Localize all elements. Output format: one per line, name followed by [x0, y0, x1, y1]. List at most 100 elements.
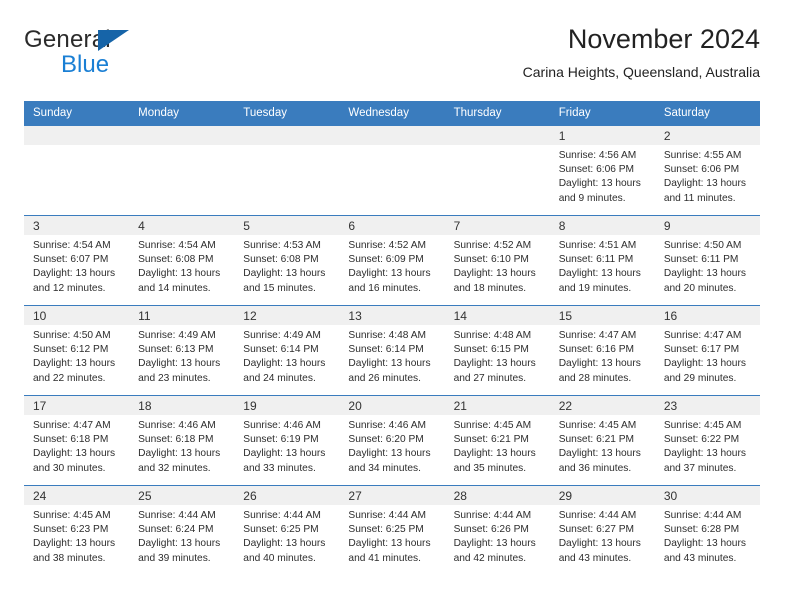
day-detail-line: Sunset: 6:24 PM [138, 524, 214, 536]
day-detail-line: Sunset: 6:23 PM [33, 524, 109, 536]
day-detail-line: Sunrise: 4:45 AM [33, 510, 111, 521]
day-number: 4 [129, 216, 235, 235]
calendar-day-cell[interactable]: 30 Sunrise: 4:44 AM Sunset: 6:28 PM Dayligh… [654, 485, 760, 576]
calendar-day-cell[interactable]: 21 Sunrise: 4:45 AM Sunset: 6:21 PM Dayligh… [444, 395, 550, 486]
page-subtitle: Carina Heights, Queensland, Australia [522, 64, 760, 81]
day-detail-line: and 38 minutes. [33, 552, 106, 564]
calendar-day-cell[interactable]: 26 Sunrise: 4:44 AM Sunset: 6:25 PM Dayligh… [234, 485, 340, 576]
day-detail-line: and 9 minutes. [558, 192, 626, 204]
day-detail-line: Sunrise: 4:52 AM [348, 240, 427, 251]
day-detail-line: Sunrise: 4:50 AM [33, 330, 111, 341]
day-number: 30 [654, 486, 760, 505]
day-details: Sunrise: 4:45 AM Sunset: 6:21 PM Daylight:… [445, 415, 550, 476]
calendar-body: 1 Sunrise: 4:56 AM Sunset: 6:06 PM Daylight… [24, 125, 760, 576]
day-number: 24 [24, 486, 130, 505]
day-detail-line: Daylight: 13 hours [243, 538, 326, 550]
weekday-header-tuesday: Tuesday [234, 101, 340, 126]
day-detail-line: Sunset: 6:09 PM [348, 254, 424, 266]
calendar-day-cell[interactable]: 2 Sunrise: 4:55 AM Sunset: 6:06 PM Daylight… [654, 125, 760, 216]
day-detail-line: and 29 minutes. [663, 372, 737, 384]
calendar-day-cell[interactable]: 13 Sunrise: 4:48 AM Sunset: 6:14 PM Dayligh… [339, 305, 445, 396]
day-detail-line: Sunrise: 4:54 AM [33, 240, 111, 251]
day-detail-line: Sunrise: 4:48 AM [453, 330, 532, 341]
day-detail-line: and 28 minutes. [558, 372, 632, 384]
day-detail-line: Sunrise: 4:44 AM [663, 510, 742, 521]
calendar-week-row: 17 Sunrise: 4:47 AM Sunset: 6:18 PM Dayligh… [24, 395, 760, 486]
calendar-day-cell[interactable]: 18 Sunrise: 4:46 AM Sunset: 6:18 PM Dayligh… [129, 395, 235, 486]
day-detail-line: and 12 minutes. [33, 282, 106, 294]
day-number: 27 [339, 486, 445, 505]
day-detail-line: Daylight: 13 hours [663, 178, 746, 190]
day-detail-line: Daylight: 13 hours [663, 448, 746, 460]
day-detail-line: Daylight: 13 hours [558, 358, 641, 370]
day-detail-line: Daylight: 13 hours [138, 268, 221, 280]
calendar-day-cell[interactable]: 22 Sunrise: 4:45 AM Sunset: 6:21 PM Dayligh… [549, 395, 655, 486]
page-header: General Blue November 2024 Carina Height… [24, 24, 760, 92]
weekday-header-sunday: Sunday [24, 101, 130, 126]
day-details: Sunrise: 4:45 AM Sunset: 6:21 PM Daylight:… [550, 415, 655, 476]
calendar-day-cell[interactable]: 7 Sunrise: 4:52 AM Sunset: 6:10 PM Daylight… [444, 215, 550, 306]
day-detail-line: Daylight: 13 hours [348, 358, 431, 370]
day-detail-line: Daylight: 13 hours [348, 448, 431, 460]
calendar-day-cell[interactable]: 16 Sunrise: 4:47 AM Sunset: 6:17 PM Dayligh… [654, 305, 760, 396]
title-block: November 2024 Carina Heights, Queensland… [523, 24, 760, 80]
day-details: Sunrise: 4:46 AM Sunset: 6:18 PM Daylight:… [129, 415, 234, 476]
general-blue-logo[interactable]: General Blue [24, 24, 154, 77]
calendar-day-cell[interactable]: 15 Sunrise: 4:47 AM Sunset: 6:16 PM Dayligh… [549, 305, 655, 396]
calendar-day-cell[interactable]: 6 Sunrise: 4:52 AM Sunset: 6:09 PM Daylight… [339, 215, 445, 306]
day-number: 22 [549, 396, 655, 415]
day-detail-line: Sunset: 6:25 PM [243, 524, 319, 536]
calendar-day-cell[interactable]: 12 Sunrise: 4:49 AM Sunset: 6:14 PM Dayligh… [234, 305, 340, 396]
day-detail-line: Daylight: 13 hours [558, 448, 641, 460]
day-detail-line: Sunrise: 4:55 AM [663, 150, 742, 161]
calendar-day-cell[interactable]: 24 Sunrise: 4:45 AM Sunset: 6:23 PM Dayligh… [24, 485, 130, 576]
calendar-day-cell[interactable]: 14 Sunrise: 4:48 AM Sunset: 6:15 PM Dayligh… [444, 305, 550, 396]
day-details: Sunrise: 4:55 AM Sunset: 6:06 PM Daylight:… [655, 145, 760, 206]
calendar-day-cell[interactable]: 28 Sunrise: 4:44 AM Sunset: 6:26 PM Dayligh… [444, 485, 550, 576]
day-details: Sunrise: 4:44 AM Sunset: 6:28 PM Daylight:… [655, 505, 760, 566]
day-details: Sunrise: 4:53 AM Sunset: 6:08 PM Daylight:… [234, 235, 339, 296]
day-details: Sunrise: 4:47 AM Sunset: 6:16 PM Daylight:… [550, 325, 655, 386]
day-detail-line: and 39 minutes. [138, 552, 211, 564]
calendar-day-cell[interactable]: 23 Sunrise: 4:45 AM Sunset: 6:22 PM Dayligh… [654, 395, 760, 486]
day-detail-line: Daylight: 13 hours [33, 448, 116, 460]
calendar-day-cell[interactable]: 4 Sunrise: 4:54 AM Sunset: 6:08 PM Daylight… [129, 215, 235, 306]
calendar-day-cell[interactable]: 20 Sunrise: 4:46 AM Sunset: 6:20 PM Dayligh… [339, 395, 445, 486]
calendar-week-row: 24 Sunrise: 4:45 AM Sunset: 6:23 PM Dayligh… [24, 485, 760, 576]
day-detail-line: Daylight: 13 hours [453, 268, 536, 280]
day-detail-line: Sunrise: 4:53 AM [243, 240, 321, 251]
calendar-day-cell[interactable]: 5 Sunrise: 4:53 AM Sunset: 6:08 PM Daylight… [234, 215, 340, 306]
day-detail-line: and 30 minutes. [33, 462, 106, 474]
calendar-day-cell[interactable]: 11 Sunrise: 4:49 AM Sunset: 6:13 PM Dayligh… [129, 305, 235, 396]
day-detail-line: Daylight: 13 hours [663, 268, 746, 280]
calendar-day-cell[interactable]: 3 Sunrise: 4:54 AM Sunset: 6:07 PM Daylight… [24, 215, 130, 306]
day-number: 23 [654, 396, 760, 415]
day-details: Sunrise: 4:46 AM Sunset: 6:19 PM Daylight:… [234, 415, 339, 476]
day-detail-line: Sunset: 6:17 PM [663, 344, 740, 356]
calendar-day-cell[interactable]: 29 Sunrise: 4:44 AM Sunset: 6:27 PM Dayligh… [549, 485, 655, 576]
day-detail-line: Daylight: 13 hours [453, 448, 536, 460]
day-detail-line: Daylight: 13 hours [138, 448, 221, 460]
calendar-day-cell[interactable]: 17 Sunrise: 4:47 AM Sunset: 6:18 PM Dayligh… [24, 395, 130, 486]
day-detail-line: and 20 minutes. [663, 282, 737, 294]
day-number: 21 [444, 396, 550, 415]
calendar-day-cell[interactable]: 10 Sunrise: 4:50 AM Sunset: 6:12 PM Dayligh… [24, 305, 130, 396]
calendar-day-cell[interactable]: 19 Sunrise: 4:46 AM Sunset: 6:19 PM Dayligh… [234, 395, 340, 486]
calendar-day-cell[interactable]: 27 Sunrise: 4:44 AM Sunset: 6:25 PM Dayligh… [339, 485, 445, 576]
day-details: Sunrise: 4:49 AM Sunset: 6:13 PM Daylight:… [129, 325, 234, 386]
day-detail-line: and 33 minutes. [243, 462, 316, 474]
calendar-day-cell[interactable]: 8 Sunrise: 4:51 AM Sunset: 6:11 PM Daylight… [549, 215, 655, 306]
day-number [339, 126, 445, 145]
day-number: 12 [234, 306, 340, 325]
calendar-week-row: 3 Sunrise: 4:54 AM Sunset: 6:07 PM Daylight… [24, 215, 760, 306]
day-number: 1 [549, 126, 655, 145]
day-detail-line: Sunset: 6:15 PM [453, 344, 529, 356]
day-number: 13 [339, 306, 445, 325]
calendar-day-cell[interactable]: 1 Sunrise: 4:56 AM Sunset: 6:06 PM Daylight… [549, 125, 655, 216]
day-detail-line: Daylight: 13 hours [243, 268, 326, 280]
day-detail-line: Sunset: 6:14 PM [243, 344, 319, 356]
day-detail-line: Sunset: 6:18 PM [138, 434, 214, 446]
calendar-day-cell[interactable]: 25 Sunrise: 4:44 AM Sunset: 6:24 PM Dayligh… [129, 485, 235, 576]
day-detail-line: and 22 minutes. [33, 372, 106, 384]
calendar-day-cell[interactable]: 9 Sunrise: 4:50 AM Sunset: 6:11 PM Daylight… [654, 215, 760, 306]
